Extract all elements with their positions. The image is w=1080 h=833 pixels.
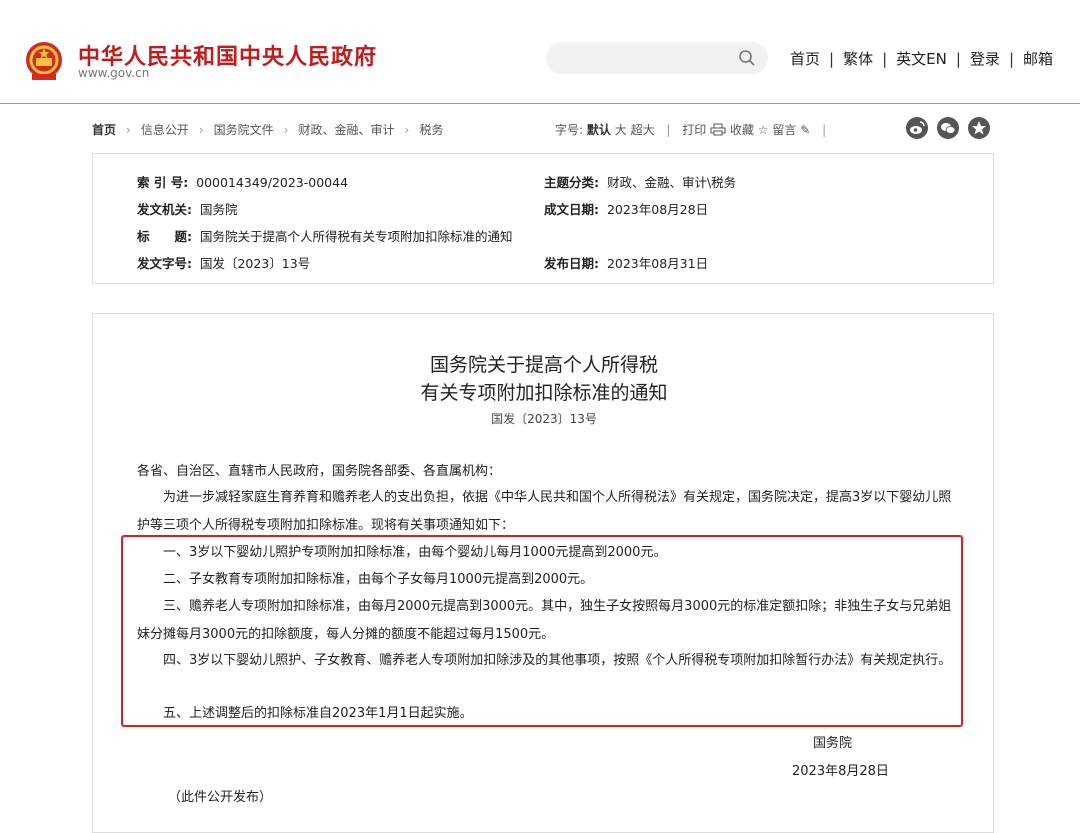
printer-icon[interactable] [710,123,726,136]
meta-index: 索 引 号: 000014349/2023-00044 [137,172,348,191]
meta-published: 发布日期: 2023年08月31日 [544,253,708,272]
search-input[interactable] [546,42,768,74]
meta-title-label: 标 题: [137,229,192,244]
meta-published-value: 2023年08月31日 [606,256,709,271]
tools-divider: | [822,123,827,137]
site-domain: www.gov.cn [78,66,150,80]
meta-title: 标 题: 国务院关于提高个人所得税有关专项附加扣除标准的通知 [137,226,512,245]
font-xlarge-button[interactable]: 超大 [631,123,655,137]
breadcrumb-tax[interactable]: 税务 [419,123,443,137]
nav-divider: | [829,50,835,68]
meta-category: 主题分类: 财政、金融、审计\税务 [544,172,736,191]
meta-category-label: 主题分类: [544,175,599,190]
document-number: 国发〔2023〕13号 [491,412,597,426]
pencil-icon[interactable]: ✎ [800,123,810,137]
meta-issuer-label: 发文机关: [137,202,192,217]
sign-date: 2023年8月28日 [792,764,889,779]
salutation: 各省、自治区、直辖市人民政府，国务院各部委、各直属机构： [137,464,502,479]
font-default-button[interactable]: 默认 [587,123,611,137]
meta-index-value: 000014349/2023-00044 [196,175,349,190]
meta-issuer: 发文机关: 国务院 [137,199,237,218]
nav-english-link[interactable]: 英文EN [896,50,947,68]
wechat-icon[interactable] [937,117,959,139]
nav-home-link[interactable]: 首页 [790,50,820,68]
share-icons [906,117,999,139]
signer: 国务院 [813,736,853,751]
nav-traditional-link[interactable]: 繁体 [843,50,873,68]
star-icon[interactable]: ☆ [758,123,769,137]
breadcrumb-home[interactable]: 首页 [92,123,116,137]
nav-mail-link[interactable]: 邮箱 [1023,50,1053,68]
search-icon[interactable] [738,49,756,67]
meta-issuer-value: 国务院 [199,202,238,217]
breadcrumb-info-public[interactable]: 信息公开 [141,123,189,137]
meta-created: 成文日期: 2023年08月28日 [544,199,708,218]
publication-note: （此件公开发布） [168,790,273,805]
comment-button[interactable]: 留言 [772,123,796,137]
chevron-right-icon: › [198,123,204,137]
breadcrumb-finance[interactable]: 财政、金融、审计 [298,123,394,137]
intro-paragraph: 为进一步减轻家庭生育养育和赡养老人的支出负担，依据《中华人民共和国个人所得税法》… [137,490,952,533]
site-header: 中华人民共和国中央人民政府 www.gov.cn 首页 | 繁体 | 英文EN | 登录 | 邮… [0,0,1080,104]
chevron-right-icon: › [283,123,289,137]
nav-divider: | [1008,50,1014,68]
national-emblem-icon[interactable] [22,40,66,82]
document-title-line1: 国务院关于提高个人所得税 [429,354,658,376]
meta-created-label: 成文日期: [544,202,599,217]
document-metadata: 索 引 号: 000014349/2023-00044 主题分类: 财政、金融、… [92,153,994,284]
weibo-icon[interactable] [906,117,928,139]
tools-divider: | [666,123,671,137]
font-large-button[interactable]: 大 [615,123,627,137]
favorite-button[interactable]: 收藏 [730,123,754,137]
document-title-line2: 有关专项附加扣除标准的通知 [420,382,668,404]
meta-created-value: 2023年08月28日 [606,202,709,217]
highlight-box [121,535,963,727]
font-size-label: 字号: [555,123,584,137]
chevron-right-icon: › [404,123,410,137]
meta-published-label: 发布日期: [544,256,599,271]
nav-divider: | [955,50,961,68]
qzone-icon[interactable] [968,117,990,139]
meta-category-value: 财政、金融、审计\税务 [606,175,737,190]
meta-docno-value: 国发〔2023〕13号 [199,256,311,271]
print-button[interactable]: 打印 [682,123,706,137]
nav-divider: | [882,50,888,68]
article-tools: 字号: 默认 大 超大 | 打印 收藏 ☆ 留言 ✎ | [555,121,834,138]
meta-docno: 发文字号: 国发〔2023〕13号 [137,253,310,272]
top-nav: 首页 | 繁体 | 英文EN | 登录 | 邮箱 [790,48,1053,69]
meta-index-label: 索 引 号: [137,175,189,190]
meta-title-value: 国务院关于提高个人所得税有关专项附加扣除标准的通知 [199,229,513,244]
breadcrumb: 首页 › 信息公开 › 国务院文件 › 财政、金融、审计 › 税务 [92,121,443,138]
chevron-right-icon: › [126,123,131,137]
meta-docno-label: 发文字号: [137,256,192,271]
breadcrumb-state-council-docs[interactable]: 国务院文件 [214,123,274,137]
nav-login-link[interactable]: 登录 [970,50,1000,68]
